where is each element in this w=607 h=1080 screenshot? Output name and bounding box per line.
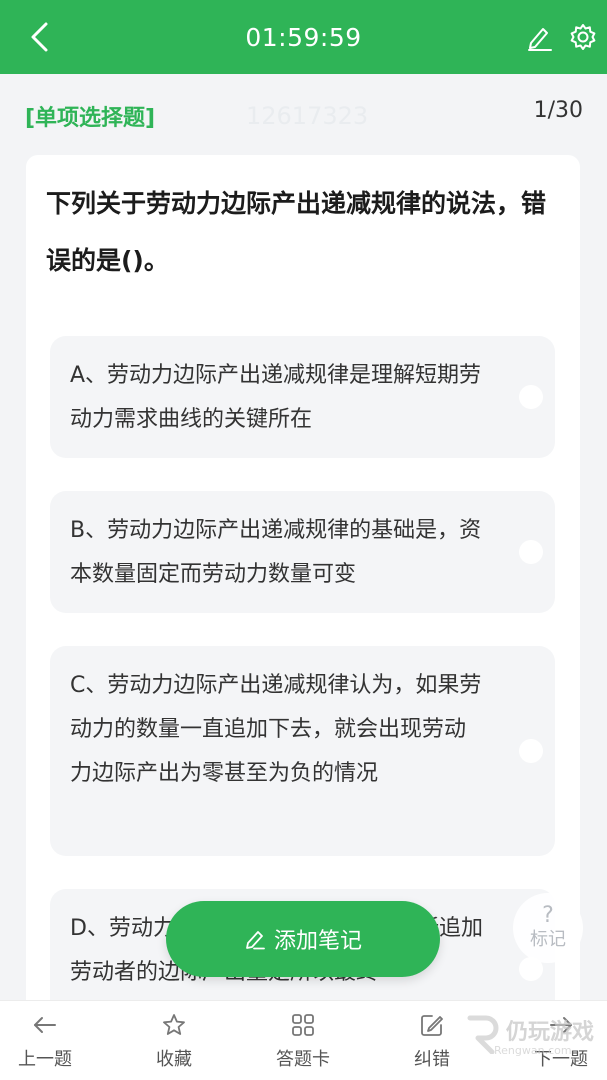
next-question-button[interactable]: 下一题 (506, 1001, 607, 1080)
add-note-button[interactable]: 添加笔记 (166, 901, 440, 977)
chevron-left-icon (31, 22, 48, 52)
question-type-label: [单项选择题] (25, 106, 156, 131)
question-text: 下列关于劳动力边际产出递减规律的说法，错误的是()。 (46, 189, 547, 275)
favorite-button[interactable]: 收藏 (119, 1001, 229, 1080)
pencil-icon (528, 28, 552, 51)
prev-label: 上一题 (18, 1049, 72, 1070)
question-id-watermark: 12617323 (246, 102, 369, 130)
option-text: B、劳动力边际产出递减规律的基础是，资本数量固定而劳动力数量可变 (70, 518, 482, 587)
gear-icon (570, 24, 596, 50)
grid-icon (291, 1011, 315, 1039)
option-a[interactable]: A、劳动力边际产出递减规律是理解短期劳动力需求曲线的关键所在 (50, 336, 555, 458)
question-meta: [单项选择题] 12617323 1/30 (0, 74, 607, 154)
question-card: 下列关于劳动力边际产出递减规律的说法，错误的是()。 A、劳动力边际产出递减规律… (26, 155, 580, 1015)
option-text: A、劳动力边际产出递减规律是理解短期劳动力需求曲线的关键所在 (70, 363, 482, 432)
mark-button[interactable]: ? 标记 (513, 893, 583, 963)
arrow-right-icon (548, 1011, 574, 1039)
bottom-nav: 上一题 收藏 答题卡 纠错 下一题 (0, 1000, 607, 1080)
option-c[interactable]: C、劳动力边际产出递减规律认为，如果劳动力的数量一直追加下去，就会出现劳动力边际… (50, 646, 555, 856)
back-button[interactable] (22, 20, 56, 54)
radio-circle-icon[interactable] (519, 540, 543, 564)
mark-label: 标记 (530, 929, 566, 950)
top-bar: 01:59:59 (0, 0, 607, 74)
star-icon (162, 1011, 186, 1039)
edit-square-icon (420, 1011, 444, 1039)
radio-circle-icon[interactable] (519, 739, 543, 763)
pencil-icon (246, 931, 265, 950)
arrow-left-icon (32, 1011, 58, 1039)
prev-question-button[interactable]: 上一题 (0, 1001, 100, 1080)
option-text: C、劳动力边际产出递减规律认为，如果劳动力的数量一直追加下去，就会出现劳动力边际… (70, 673, 482, 786)
option-b[interactable]: B、劳动力边际产出递减规律的基础是，资本数量固定而劳动力数量可变 (50, 491, 555, 613)
radio-circle-icon[interactable] (519, 385, 543, 409)
correction-label: 纠错 (414, 1049, 450, 1070)
countdown-timer: 01:59:59 (245, 22, 362, 52)
edit-button[interactable] (522, 20, 556, 54)
question-progress: 1/30 (533, 98, 583, 123)
settings-button[interactable] (566, 20, 600, 54)
question-mark-icon: ? (542, 903, 554, 928)
answer-card-button[interactable]: 答题卡 (248, 1001, 358, 1080)
correction-button[interactable]: 纠错 (377, 1001, 487, 1080)
favorite-label: 收藏 (156, 1049, 192, 1070)
add-note-label: 添加笔记 (273, 929, 362, 954)
next-label: 下一题 (534, 1049, 588, 1070)
answer-card-label: 答题卡 (276, 1049, 330, 1070)
